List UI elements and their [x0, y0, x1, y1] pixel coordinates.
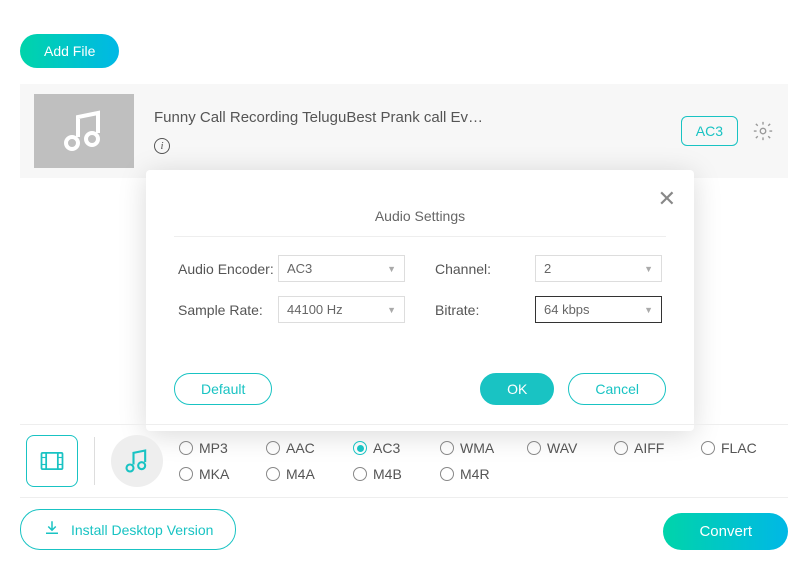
install-label: Install Desktop Version	[71, 522, 213, 538]
radio-icon	[179, 441, 193, 455]
sample-select[interactable]: 44100 Hz▼	[278, 296, 405, 323]
format-option-aac[interactable]: AAC	[266, 440, 353, 456]
format-label: MP3	[199, 440, 228, 456]
format-label: AIFF	[634, 440, 664, 456]
radio-icon	[266, 441, 280, 455]
music-note-icon	[60, 107, 108, 155]
default-button[interactable]: Default	[174, 373, 272, 405]
file-info: Funny Call Recording TeluguBest Prank ca…	[134, 109, 681, 154]
encoder-label: Audio Encoder:	[178, 261, 278, 277]
film-icon	[38, 447, 66, 475]
format-label: MKA	[199, 466, 229, 482]
convert-button[interactable]: Convert	[663, 513, 788, 550]
chevron-down-icon: ▼	[387, 264, 396, 274]
radio-icon	[701, 441, 715, 455]
format-label: M4A	[286, 466, 315, 482]
format-option-aiff[interactable]: AIFF	[614, 440, 701, 456]
file-title: Funny Call Recording TeluguBest Prank ca…	[154, 109, 681, 126]
video-tab[interactable]	[26, 435, 78, 487]
audio-encoder-field: Audio Encoder: AC3▼	[178, 255, 405, 282]
music-note-icon	[123, 447, 151, 475]
radio-icon	[266, 467, 280, 481]
sample-label: Sample Rate:	[178, 302, 278, 318]
channel-field: Channel: 2▼	[435, 255, 662, 282]
format-label: FLAC	[721, 440, 757, 456]
format-grid: MP3 AAC AC3 WMA WAV AIFF FLAC MKA M4A M4B M4R	[169, 440, 788, 482]
close-icon[interactable]: ✕	[658, 186, 676, 212]
format-option-m4a[interactable]: M4A	[266, 466, 353, 482]
radio-icon	[353, 467, 367, 481]
format-label: M4B	[373, 466, 402, 482]
channel-label: Channel:	[435, 261, 535, 277]
sample-rate-field: Sample Rate: 44100 Hz▼	[178, 296, 405, 323]
format-label: M4R	[460, 466, 490, 482]
audio-tab[interactable]	[111, 435, 163, 487]
divider	[94, 437, 95, 485]
radio-icon	[527, 441, 541, 455]
install-desktop-button[interactable]: Install Desktop Version	[20, 509, 236, 550]
radio-icon	[440, 467, 454, 481]
info-icon[interactable]: i	[154, 138, 170, 154]
chevron-down-icon: ▼	[644, 264, 653, 274]
gear-icon[interactable]	[752, 120, 774, 142]
radio-icon	[353, 441, 367, 455]
format-option-mka[interactable]: MKA	[179, 466, 266, 482]
radio-icon	[614, 441, 628, 455]
audio-settings-dialog: ✕ Audio Settings Audio Encoder: AC3▼ Cha…	[146, 170, 694, 431]
format-badge[interactable]: AC3	[681, 116, 738, 146]
radio-icon	[179, 467, 193, 481]
chevron-down-icon: ▼	[644, 305, 653, 315]
format-label: WAV	[547, 440, 577, 456]
format-option-wav[interactable]: WAV	[527, 440, 614, 456]
dialog-title: Audio Settings	[174, 202, 666, 237]
encoder-select[interactable]: AC3▼	[278, 255, 405, 282]
format-label: AC3	[373, 440, 400, 456]
bitrate-select[interactable]: 64 kbps▼	[535, 296, 662, 323]
format-bar: MP3 AAC AC3 WMA WAV AIFF FLAC MKA M4A M4B M4R	[20, 424, 788, 498]
add-file-button[interactable]: Add File	[20, 34, 119, 68]
bitrate-field: Bitrate: 64 kbps▼	[435, 296, 662, 323]
cancel-button[interactable]: Cancel	[568, 373, 666, 405]
download-icon	[43, 519, 61, 540]
format-option-ac3[interactable]: AC3	[353, 440, 440, 456]
ok-button[interactable]: OK	[480, 373, 554, 405]
radio-icon	[440, 441, 454, 455]
file-thumbnail	[34, 94, 134, 168]
format-option-mp3[interactable]: MP3	[179, 440, 266, 456]
bitrate-label: Bitrate:	[435, 302, 535, 318]
chevron-down-icon: ▼	[387, 305, 396, 315]
format-label: AAC	[286, 440, 315, 456]
file-row: Funny Call Recording TeluguBest Prank ca…	[20, 84, 788, 178]
format-option-m4r[interactable]: M4R	[440, 466, 527, 482]
format-label: WMA	[460, 440, 494, 456]
format-option-flac[interactable]: FLAC	[701, 440, 788, 456]
format-option-m4b[interactable]: M4B	[353, 466, 440, 482]
format-option-wma[interactable]: WMA	[440, 440, 527, 456]
channel-select[interactable]: 2▼	[535, 255, 662, 282]
